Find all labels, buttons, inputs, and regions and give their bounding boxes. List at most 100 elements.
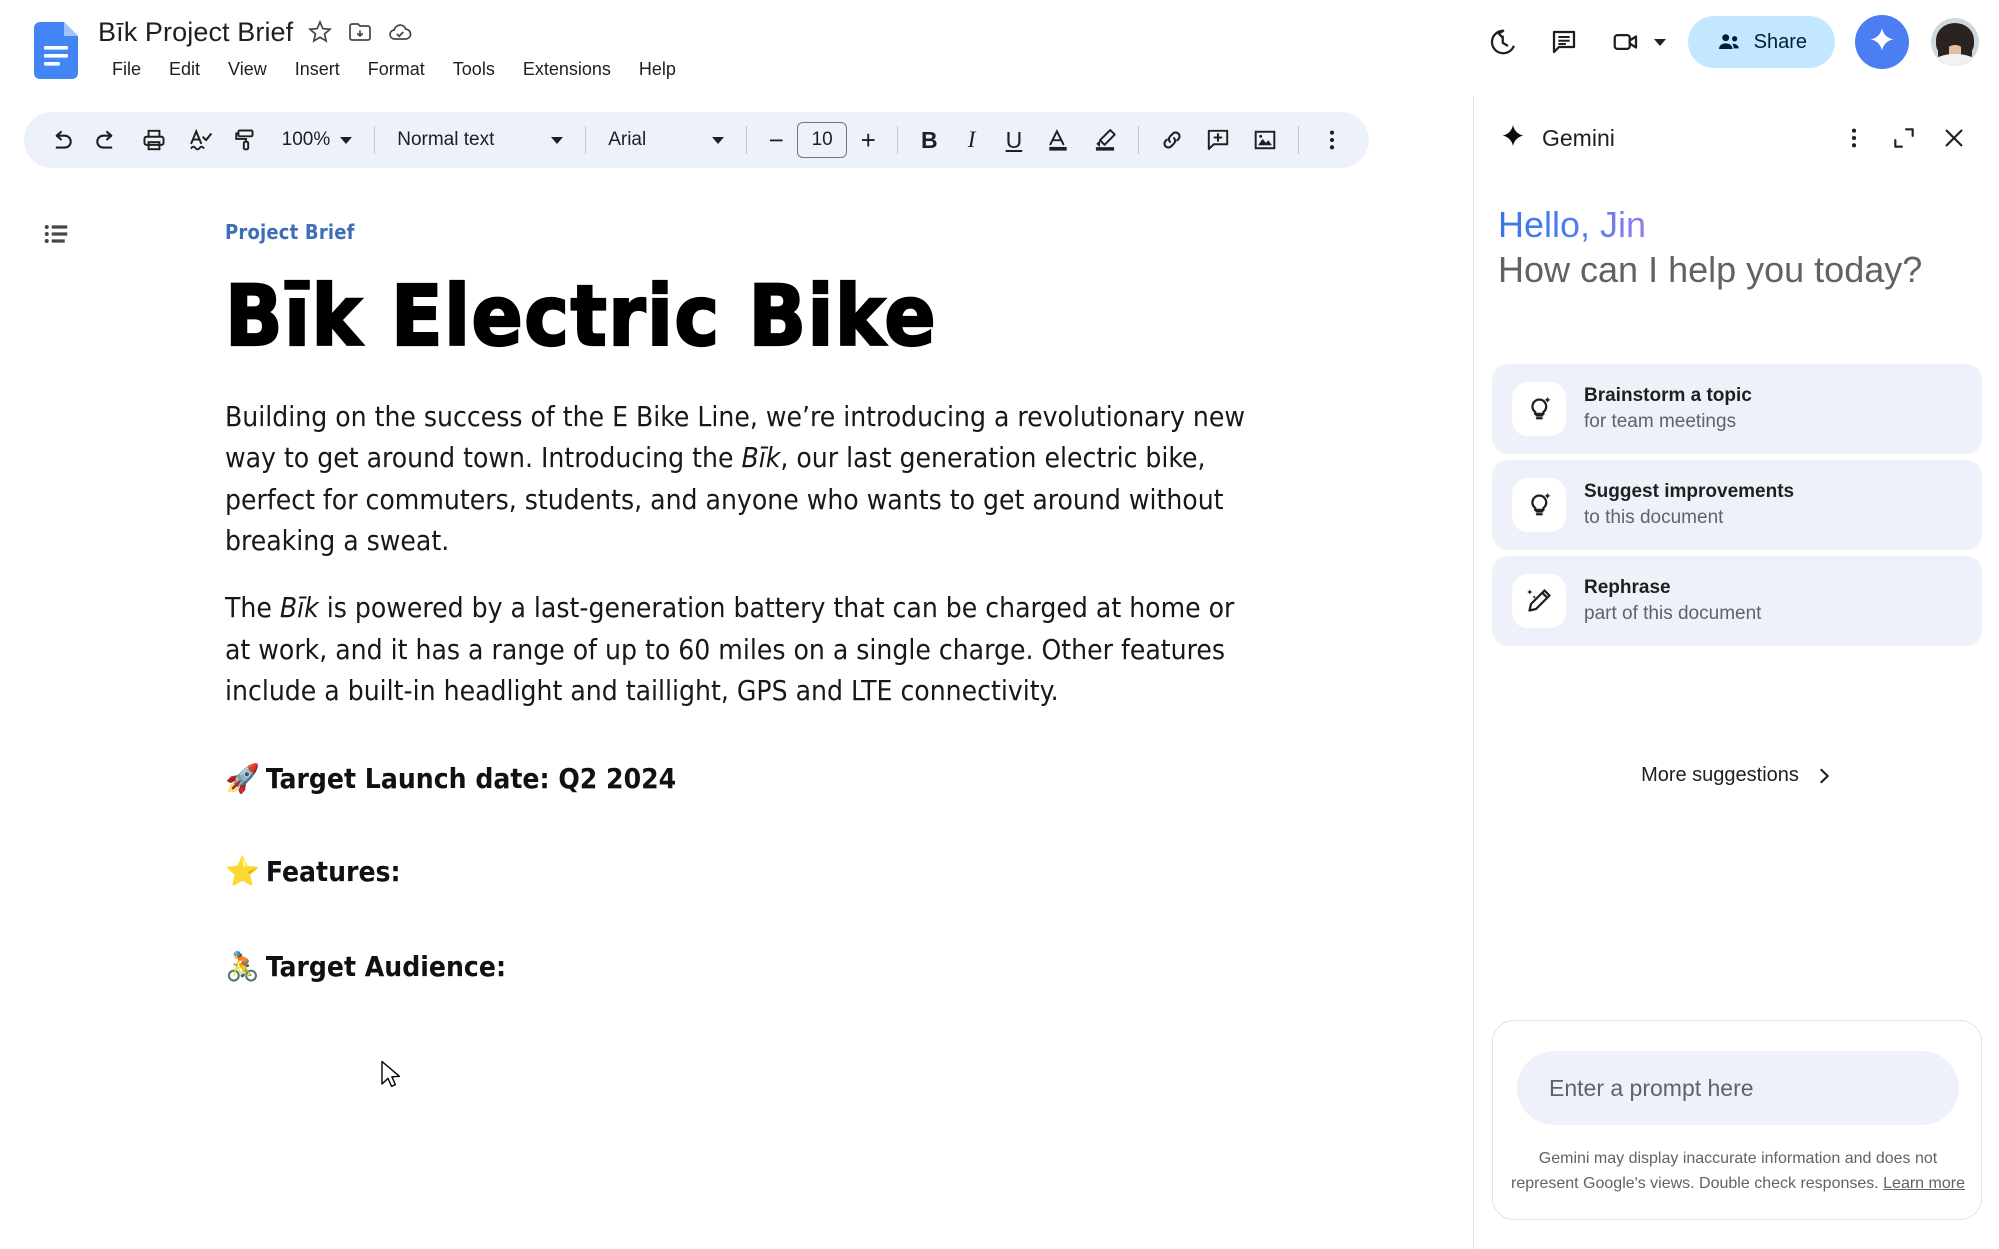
gemini-toggle-button[interactable] — [1855, 15, 1909, 69]
gemini-panel-title: Gemini — [1542, 125, 1615, 152]
paragraph-2-emphasis: Bīk — [280, 591, 319, 624]
lightbulb-sparkle-icon — [1512, 382, 1566, 436]
spellcheck-icon[interactable] — [179, 118, 221, 162]
share-button[interactable]: Share — [1688, 16, 1835, 68]
font-size-stepper: − 10 + — [757, 121, 887, 159]
suggestion-title: Brainstorm a topic — [1584, 383, 1752, 409]
mouse-cursor — [380, 1060, 402, 1090]
highlight-color-icon[interactable] — [1083, 118, 1125, 162]
paragraph-style-dropdown[interactable]: Normal text — [385, 118, 575, 162]
suggestion-card-rephrase[interactable]: Rephrase part of this document — [1492, 556, 1982, 646]
menu-help[interactable]: Help — [625, 55, 690, 84]
gemini-panel-header: Gemini — [1474, 110, 1999, 166]
people-icon — [1716, 29, 1742, 55]
menu-extensions[interactable]: Extensions — [509, 55, 625, 84]
paragraph-2-post: is powered by a last-generation battery … — [225, 591, 1234, 707]
menu-edit[interactable]: Edit — [155, 55, 214, 84]
gemini-prompt-footer: Enter a prompt here Gemini may display i… — [1492, 1020, 1982, 1220]
document-paragraph-1: Building on the success of the E Bike Li… — [225, 396, 1255, 562]
add-comment-icon[interactable] — [1197, 118, 1239, 162]
more-suggestions-label: More suggestions — [1641, 764, 1799, 787]
gemini-disclaimer: Gemini may display inaccurate informatio… — [1511, 1147, 1965, 1197]
more-suggestions-link[interactable]: More suggestions — [1474, 764, 1999, 787]
gemini-hello-text: Hello, Jin — [1498, 202, 1646, 247]
learn-more-link[interactable]: Learn more — [1883, 1175, 1965, 1192]
print-icon[interactable] — [133, 118, 175, 162]
prompt-input[interactable]: Enter a prompt here — [1517, 1051, 1959, 1125]
redo-icon[interactable] — [86, 118, 128, 162]
heading-launch-date-text: Target Launch date: Q2 2024 — [266, 762, 676, 795]
document-page[interactable]: Project Brief Bīk Electric Bike Building… — [225, 220, 1255, 983]
decrease-font-size-button[interactable]: − — [757, 121, 795, 159]
text-color-icon[interactable] — [1037, 118, 1079, 162]
zoom-value: 100% — [282, 129, 331, 151]
insert-link-icon[interactable] — [1151, 118, 1193, 162]
suggestion-card-rephrase-text: Rephrase part of this document — [1584, 575, 1761, 627]
chevron-down-icon — [712, 137, 724, 144]
document-title-row: Bīk Project Brief — [98, 12, 413, 52]
italic-button[interactable]: I — [950, 118, 992, 162]
heading-target-audience-text: Target Audience: — [266, 950, 506, 983]
font-family-dropdown[interactable]: Arial — [596, 118, 736, 162]
move-to-folder-icon[interactable] — [347, 19, 373, 45]
close-icon[interactable] — [1932, 116, 1976, 160]
chevron-down-icon[interactable] — [1654, 39, 1666, 46]
version-history-icon[interactable] — [1476, 16, 1528, 68]
document-title[interactable]: Bīk Project Brief — [98, 17, 293, 48]
insert-image-icon[interactable] — [1243, 118, 1285, 162]
document-heading-features: ⭐Features: — [225, 855, 1255, 888]
paint-format-icon[interactable] — [225, 118, 267, 162]
divider — [585, 126, 586, 154]
menu-insert[interactable]: Insert — [281, 55, 354, 84]
gemini-sparkle-icon — [1498, 123, 1528, 153]
chevron-right-icon — [1815, 767, 1833, 785]
outline-toggle-button[interactable] — [36, 214, 76, 254]
menu-format[interactable]: Format — [354, 55, 439, 84]
meet-call-button[interactable] — [1600, 16, 1672, 68]
gemini-question-text: How can I help you today? — [1498, 247, 1976, 292]
menu-file[interactable]: File — [98, 55, 155, 84]
suggestion-card-suggest-improvements-text: Suggest improvements to this document — [1584, 479, 1794, 531]
font-size-input[interactable]: 10 — [797, 122, 847, 158]
bold-button[interactable]: B — [908, 118, 950, 162]
meet-camera-icon[interactable] — [1600, 16, 1652, 68]
document-kicker: Project Brief — [225, 220, 1255, 244]
more-options-icon[interactable] — [1832, 116, 1876, 160]
paragraph-2-pre: The — [225, 591, 280, 624]
underline-button[interactable]: U — [993, 118, 1035, 162]
suggestion-card-suggest-improvements[interactable]: Suggest improvements to this document — [1492, 460, 1982, 550]
more-options-icon[interactable] — [1311, 118, 1353, 162]
menu-view[interactable]: View — [214, 55, 281, 84]
disclaimer-text: Gemini may display inaccurate informatio… — [1511, 1150, 1937, 1192]
divider — [746, 126, 747, 154]
suggestion-card-brainstorm-text: Brainstorm a topic for team meetings — [1584, 383, 1752, 435]
zoom-dropdown[interactable]: 100% — [270, 118, 365, 162]
avatar[interactable] — [1931, 18, 1979, 66]
comment-icon[interactable] — [1538, 16, 1590, 68]
app-header: Bīk Project Brief File Edit View Insert … — [0, 0, 1999, 96]
paragraph-1-emphasis: Bīk — [741, 441, 780, 474]
divider — [1138, 126, 1139, 154]
header-actions: Share — [1476, 12, 1979, 72]
share-label: Share — [1754, 31, 1807, 54]
gemini-side-panel: Gemini Hello, Jin How can I help you tod… — [1473, 96, 1999, 1249]
avatar-shoulder — [1933, 54, 1977, 66]
chevron-down-icon — [340, 137, 352, 144]
suggestion-title: Rephrase — [1584, 575, 1761, 601]
expand-icon[interactable] — [1882, 116, 1926, 160]
gemini-sparkle-icon — [1866, 26, 1898, 58]
suggestion-subtitle: for team meetings — [1584, 409, 1752, 435]
magic-pencil-icon — [1512, 574, 1566, 628]
menu-tools[interactable]: Tools — [439, 55, 509, 84]
cyclist-icon: 🚴 — [225, 950, 260, 983]
suggestion-title: Suggest improvements — [1584, 479, 1794, 505]
undo-icon[interactable] — [40, 118, 82, 162]
star-emoji-icon: ⭐ — [225, 855, 260, 888]
star-icon[interactable] — [307, 19, 333, 45]
cloud-saved-icon[interactable] — [387, 19, 413, 45]
menu-bar: File Edit View Insert Format Tools Exten… — [98, 55, 690, 84]
suggestion-card-brainstorm[interactable]: Brainstorm a topic for team meetings — [1492, 364, 1982, 454]
lightbulb-sparkle-icon — [1512, 478, 1566, 532]
gemini-panel-actions — [1832, 116, 1976, 160]
increase-font-size-button[interactable]: + — [849, 121, 887, 159]
